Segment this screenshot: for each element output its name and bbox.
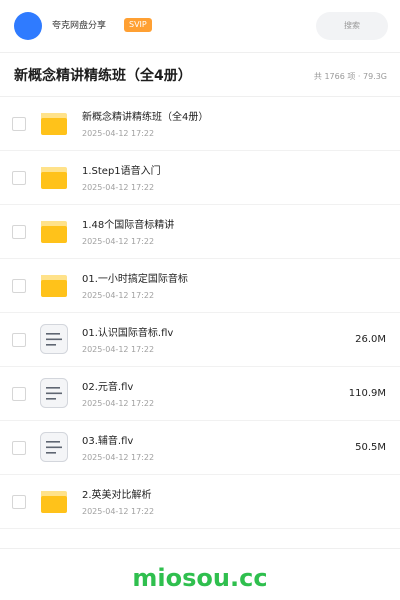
share-summary: 共 1766 项 · 79.3G (313, 72, 387, 81)
item-date: 2025-04-12 17:22 (82, 291, 155, 300)
item-name[interactable]: 新概念精讲精练班（全4册） (82, 111, 208, 125)
svip-badge: SVIP (124, 18, 152, 32)
folder-icon (38, 215, 70, 247)
row-checkbox[interactable] (12, 225, 26, 239)
folder-icon (38, 107, 70, 139)
item-name[interactable]: 1.Step1语音入门 (82, 165, 161, 179)
item-date: 2025-04-12 17:22 (82, 507, 155, 516)
watermark: miosou.cc (132, 564, 268, 592)
avatar[interactable] (14, 12, 42, 40)
row-checkbox[interactable] (12, 495, 26, 509)
item-date: 2025-04-12 17:22 (82, 345, 155, 354)
footer: miosou.cc (0, 548, 400, 600)
item-date: 2025-04-12 17:22 (82, 129, 155, 138)
row-checkbox[interactable] (12, 279, 26, 293)
file-row[interactable]: 02.元音.flv 2025-04-12 17:22 110.9M (0, 367, 400, 421)
file-row[interactable]: 03.辅音.flv 2025-04-12 17:22 50.5M (0, 421, 400, 475)
item-name[interactable]: 01.认识国际音标.flv (82, 327, 173, 341)
item-name[interactable]: 02.元音.flv (82, 381, 133, 395)
item-name[interactable]: 03.辅音.flv (82, 435, 133, 449)
row-checkbox[interactable] (12, 333, 26, 347)
item-size: 50.5M (355, 442, 386, 453)
share-title-bar: 新概念精讲精练班（全4册） 共 1766 项 · 79.3G (0, 53, 400, 97)
document-icon (38, 431, 70, 463)
item-name[interactable]: 01.一小时搞定国际音标 (82, 273, 188, 287)
item-date: 2025-04-12 17:22 (82, 453, 155, 462)
document-icon (38, 323, 70, 355)
share-page: 夸克网盘分享 SVIP 搜索 新概念精讲精练班（全4册） 共 1766 项 · … (0, 0, 400, 600)
item-name[interactable]: 1.48个国际音标精讲 (82, 219, 174, 233)
row-checkbox[interactable] (12, 117, 26, 131)
folder-icon (38, 485, 70, 517)
row-checkbox[interactable] (12, 387, 26, 401)
document-icon (38, 377, 70, 409)
folder-row[interactable]: 新概念精讲精练班（全4册） 2025-04-12 17:22 (0, 97, 400, 151)
item-date: 2025-04-12 17:22 (82, 399, 155, 408)
folder-icon (38, 269, 70, 301)
item-date: 2025-04-12 17:22 (82, 183, 155, 192)
folder-icon (38, 161, 70, 193)
page-title: 新概念精讲精练班（全4册） (14, 68, 192, 84)
top-bar: 夸克网盘分享 SVIP 搜索 (0, 0, 400, 53)
item-size: 110.9M (348, 388, 386, 399)
row-checkbox[interactable] (12, 171, 26, 185)
folder-row[interactable]: 01.一小时搞定国际音标 2025-04-12 17:22 (0, 259, 400, 313)
item-size: 26.0M (355, 334, 386, 345)
folder-row[interactable]: 1.48个国际音标精讲 2025-04-12 17:22 (0, 205, 400, 259)
file-row[interactable]: 01.认识国际音标.flv 2025-04-12 17:22 26.0M (0, 313, 400, 367)
row-checkbox[interactable] (12, 441, 26, 455)
item-date: 2025-04-12 17:22 (82, 237, 155, 246)
folder-row[interactable]: 2.英美对比解析 2025-04-12 17:22 (0, 475, 400, 529)
brand-name: 夸克网盘分享 (52, 21, 107, 31)
search-input[interactable]: 搜索 (316, 12, 388, 40)
item-name[interactable]: 2.英美对比解析 (82, 489, 152, 503)
file-list: 新概念精讲精练班（全4册） 2025-04-12 17:22 1.Step1语音入门… (0, 97, 400, 529)
folder-row[interactable]: 1.Step1语音入门 2025-04-12 17:22 (0, 151, 400, 205)
